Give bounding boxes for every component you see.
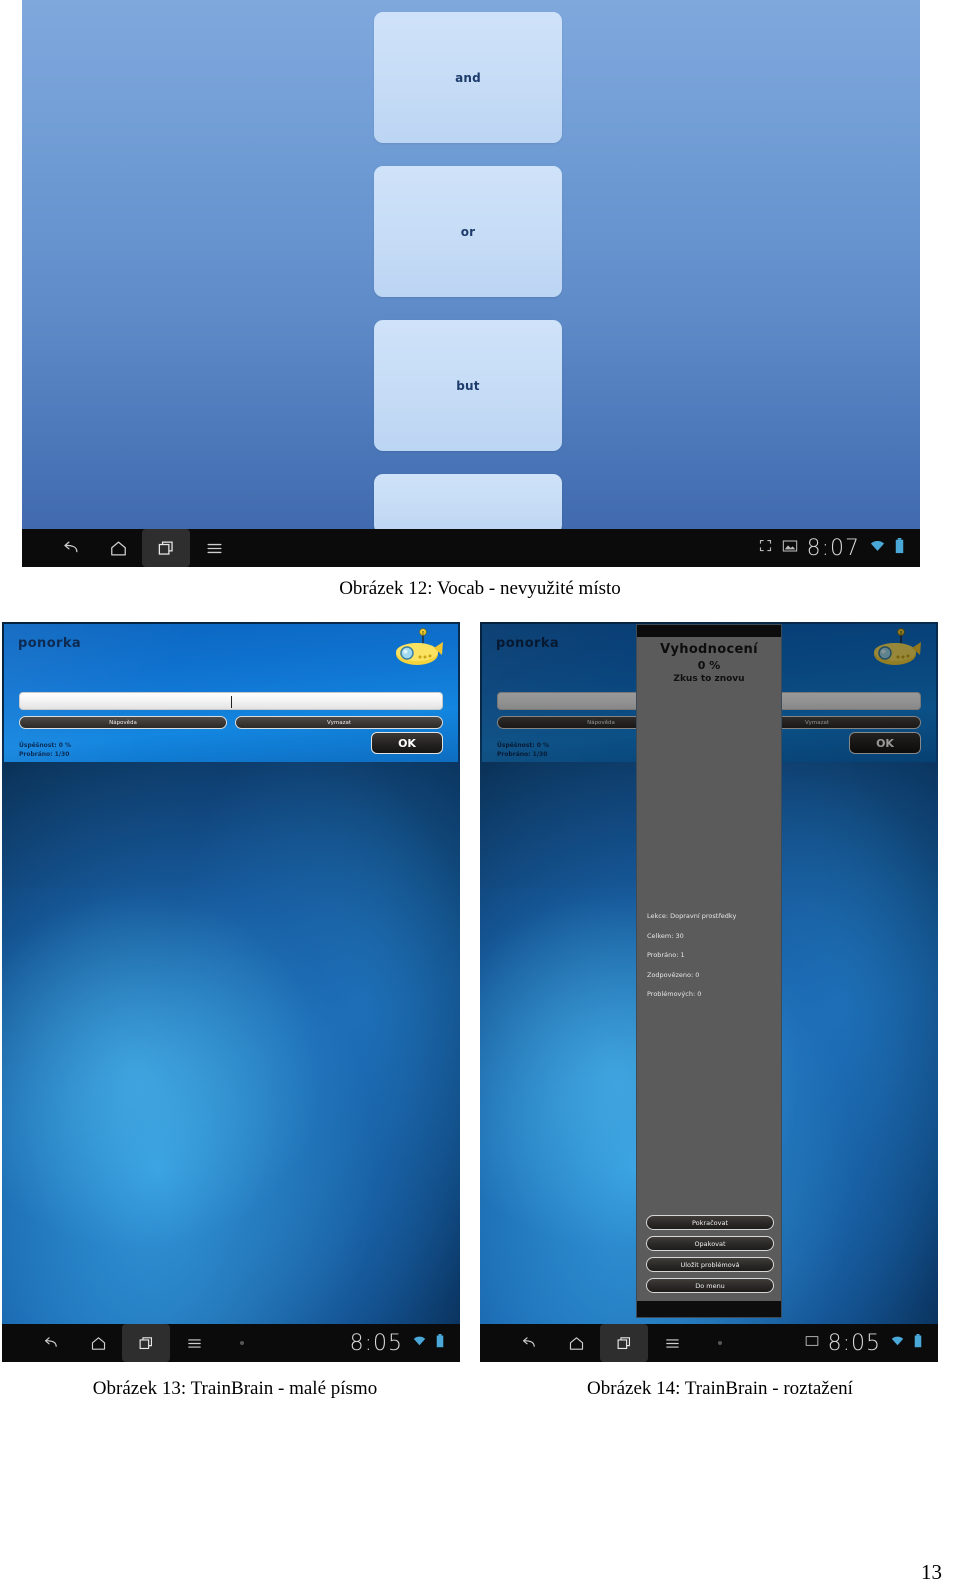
progress-stats: Úspěšnost: 0 % Probráno: 1/30 [19,741,71,759]
covered-stat: Probráno: 1/30 [19,751,70,758]
statusbar-clock: 8:05 [827,1330,881,1356]
vocab-card-list: and or but [374,12,562,534]
figure-14-caption: Obrázek 14: TrainBrain - roztažení [587,1378,853,1399]
vocab-card[interactable]: but [374,320,562,451]
go-to-menu-button[interactable]: Do menu [646,1278,774,1293]
recent-apps-icon[interactable] [122,1324,170,1362]
vocab-card-partial[interactable] [374,474,562,534]
continue-button[interactable]: Pokračovat [646,1215,774,1230]
android-navigation-bar: 8:07 [22,529,920,567]
android-navigation-bar: 8:05 [480,1324,938,1362]
home-icon[interactable] [74,1324,122,1362]
answer-input[interactable] [19,692,443,710]
vocab-card-label: and [455,70,481,85]
vocab-card-label: but [456,378,480,393]
svg-text:0: 0 [422,630,425,636]
wifi-icon[interactable] [890,1334,905,1352]
vocab-card-label: or [460,224,476,239]
wifi-icon[interactable] [869,539,886,558]
dialog-action-buttons: Pokračovat Opakovat Uložit problémová Do… [646,1215,774,1293]
ok-button[interactable]: OK [371,732,443,754]
navbar-dot [218,1324,266,1362]
dialog-footer [637,1301,781,1317]
home-icon[interactable] [94,529,142,567]
dialog-score-percent: 0 % [697,659,721,672]
total-stat: Celkem: 30 [647,931,684,940]
screenshot-icon[interactable] [805,1334,819,1352]
navbar-dot [696,1324,744,1362]
statusbar-clock: 8:05 [349,1330,403,1356]
problematic-stat: Problémových: 0 [647,990,702,998]
recent-apps-icon[interactable] [142,529,190,567]
covered-stat: Probráno: 1 [647,951,685,959]
menu-icon[interactable] [190,529,238,567]
figure-13-caption: Obrázek 13: TrainBrain - malé písmo [92,1378,378,1399]
vocab-card[interactable]: or [374,166,562,297]
trainbrain-button-row: Nápověda Vymazat [19,716,443,729]
submarine-icon: 0 [390,628,444,674]
wifi-icon[interactable] [412,1334,427,1352]
figure-13-screenshot: ponorka 0 Nápověda Vymazat Úspěšnost: 0 … [2,622,460,1362]
dialog-subtitle: Zkus to znovu [673,674,745,684]
repeat-button[interactable]: Opakovat [646,1236,774,1251]
fullscreen-icon[interactable] [758,538,773,558]
home-icon[interactable] [552,1324,600,1362]
evaluation-dialog: Vyhodnocení 0 % Zkus to znovu Lekce: Dop… [636,624,782,1318]
battery-icon[interactable] [895,537,904,559]
save-problematic-button[interactable]: Uložit problémová [646,1257,774,1272]
vocab-card[interactable]: and [374,12,562,143]
dialog-summary-stats: Lekce: Dopravní prostředky Celkem: 30 Pr… [647,907,736,1005]
dialog-heading: Vyhodnocení [660,642,758,657]
statusbar-clock: 8:07 [806,535,860,561]
clear-button[interactable]: Vymazat [235,716,443,729]
back-icon[interactable] [504,1324,552,1362]
lesson-stat: Lekce: Dopravní prostředky [647,912,737,920]
back-icon[interactable] [26,1324,74,1362]
answered-stat: Zodpovězeno: 0 [647,970,700,979]
dialog-titlebar [637,625,781,637]
figure-12-screenshot: and or but 8:07 [22,0,920,567]
trainbrain-app-panel: ponorka 0 Nápověda Vymazat Úspěšnost: 0 … [4,624,458,762]
dialog-header: Vyhodnocení 0 % Zkus to znovu [637,637,781,684]
accuracy-stat: Úspěšnost: 0 % [19,742,71,749]
vocab-app-screen: and or but 8:07 [22,0,920,567]
text-caret [231,696,232,708]
menu-icon[interactable] [170,1324,218,1362]
page-number: 13 [921,1560,942,1584]
battery-icon[interactable] [436,1333,444,1353]
recent-apps-icon[interactable] [600,1324,648,1362]
back-icon[interactable] [46,529,94,567]
figure-14-screenshot: ponorka 0 Nápověda Vymazat Úspěšnost: 0 … [480,622,938,1362]
battery-icon[interactable] [914,1333,922,1353]
figure-12-caption: Obrázek 12: Vocab - nevyužité místo [339,578,621,599]
screenshot-icon[interactable] [782,539,798,558]
hint-button[interactable]: Nápověda [19,716,227,729]
menu-icon[interactable] [648,1324,696,1362]
word-prompt: ponorka [18,636,82,651]
android-navigation-bar: 8:05 [2,1324,460,1362]
